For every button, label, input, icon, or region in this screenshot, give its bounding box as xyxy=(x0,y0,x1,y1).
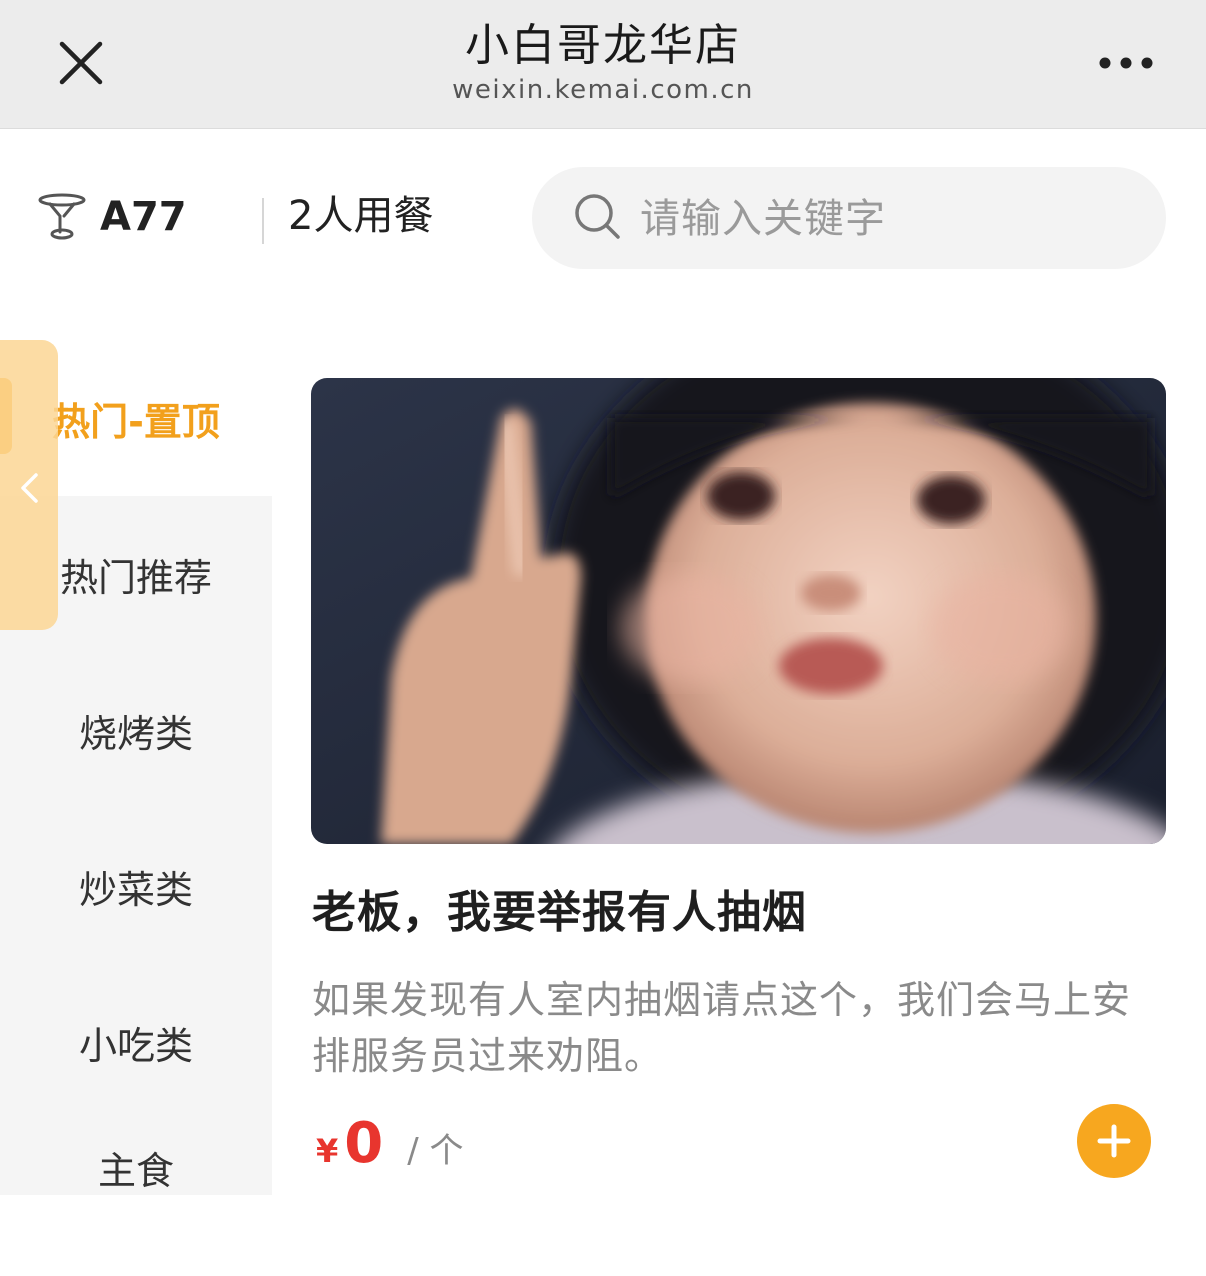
category-label: 热门推荐 xyxy=(59,555,212,600)
table-info: A77 xyxy=(36,188,187,246)
sidebar-collapse-tab[interactable] xyxy=(0,340,58,630)
table-number: A77 xyxy=(100,194,187,240)
chevron-left-icon xyxy=(21,473,38,503)
page-domain: weixin.kemai.com.cn xyxy=(452,75,754,105)
guest-count[interactable]: 2人用餐 xyxy=(288,190,433,242)
item-photo-image xyxy=(311,378,1166,844)
search-icon xyxy=(575,194,620,239)
item-price: ¥ 0 / 个 xyxy=(316,1112,464,1176)
category-label: 炒菜类 xyxy=(78,867,193,912)
item-photo[interactable] xyxy=(311,378,1166,844)
search-placeholder: 请输入关键字 xyxy=(640,196,886,242)
more-dots-icon xyxy=(1099,57,1153,69)
table-icon xyxy=(38,193,86,240)
more-button[interactable] xyxy=(1094,46,1158,80)
page-title: 小白哥龙华店 xyxy=(465,20,741,71)
category-label: 小吃类 xyxy=(78,1023,193,1068)
search-input[interactable]: 请输入关键字 xyxy=(532,167,1166,269)
navbar-titles: 小白哥龙华店 weixin.kemai.com.cn xyxy=(0,18,1206,106)
price-unit: / 个 xyxy=(407,1131,464,1171)
navbar: 小白哥龙华店 weixin.kemai.com.cn xyxy=(0,0,1206,129)
category-bbq[interactable]: 烧烤类 xyxy=(0,652,272,808)
category-stir-fry[interactable]: 炒菜类 xyxy=(0,808,272,964)
category-snacks[interactable]: 小吃类 xyxy=(0,964,272,1120)
price-value: 0 xyxy=(344,1111,384,1176)
item-title: 老板，我要举报有人抽烟 xyxy=(312,887,807,938)
price-currency: ¥ xyxy=(316,1132,339,1170)
category-staple[interactable]: 主食 xyxy=(0,1120,272,1276)
item-description: 如果发现有人室内抽烟请点这个，我们会马上安排服务员过来劝阻。 xyxy=(312,978,1132,1078)
divider xyxy=(262,198,264,244)
add-to-cart-button[interactable] xyxy=(1077,1104,1151,1178)
category-label: 热门-置顶 xyxy=(52,399,220,444)
category-label: 主食 xyxy=(97,1149,174,1193)
plus-icon xyxy=(1097,1124,1131,1158)
category-label: 烧烤类 xyxy=(78,711,193,756)
